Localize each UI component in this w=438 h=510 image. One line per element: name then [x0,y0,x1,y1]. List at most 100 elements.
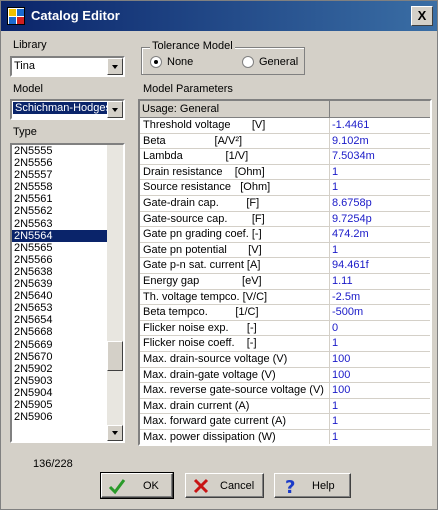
type-list-item[interactable]: 2N5906 [12,411,108,423]
parameter-value[interactable]: 1 [332,165,338,180]
parameter-name: Drain resistance [Ohm] [140,164,330,180]
model-dropdown-button[interactable] [107,101,123,118]
parameter-value[interactable]: 94.461f [332,258,369,273]
parameter-row[interactable]: Gate pn grading coef. [-] 474.2m [140,227,430,243]
parameter-value[interactable]: 474.2m [332,227,369,242]
type-counter: 136/228 [33,458,73,470]
type-list-item[interactable]: 2N5669 [12,339,108,351]
parameter-row[interactable]: Threshold voltage [V] -1.4461 [140,118,430,134]
parameter-value[interactable]: 7.5034m [332,149,375,164]
parameter-value[interactable]: 8.6758p [332,196,372,211]
parameter-row[interactable]: Max. reverse gate-source voltage (V) 100 [140,383,430,399]
parameter-name: Threshold voltage [V] [140,118,330,133]
parameter-row[interactable]: Lambda [1/V] 7.5034m [140,149,430,165]
type-list-item[interactable]: 2N5639 [12,278,108,290]
model-label: Model [13,83,43,95]
parameter-value[interactable]: 1 [332,243,338,258]
parameter-name: Max. drain-gate voltage (V) [140,367,330,383]
parameter-row[interactable]: Max. drain-source voltage (V) 100 [140,351,430,368]
parameter-value[interactable]: 1 [332,180,338,195]
parameter-row[interactable]: Flicker noise exp. [-] 0 [140,320,430,337]
window-title: Catalog Editor [31,8,120,23]
type-list-item[interactable]: 2N5558 [12,181,108,193]
parameter-row[interactable]: Gate-drain cap. [F] 8.6758p [140,195,430,212]
radio-general[interactable] [242,56,254,68]
type-list-item[interactable]: 2N5903 [12,375,108,387]
parameter-row[interactable]: Gate-source cap. [F] 9.7254p [140,211,430,228]
type-list-item[interactable]: 2N5562 [12,205,108,217]
x-icon [193,478,209,494]
model-dropdown[interactable]: Schichman-Hodges [10,99,125,120]
type-listbox[interactable]: 2N5555 2N5556 2N5557 2N5558 2N5561 2N5562 2N55… [10,143,125,443]
type-list-item[interactable]: 2N5638 [12,266,108,278]
parameter-row[interactable]: Max. power dissipation (W) 1 [140,429,430,444]
parameter-value[interactable]: 0 [332,321,338,336]
ok-button[interactable]: OK [100,472,174,499]
type-list-item[interactable]: 2N5563 [12,218,108,230]
cancel-label: Cancel [220,480,255,492]
type-list-item[interactable]: 2N5668 [12,326,108,338]
parameter-name: Max. power dissipation (W) [140,429,330,444]
parameter-value[interactable]: 1 [332,414,338,429]
type-list-item[interactable]: 2N5670 [12,351,108,363]
parameter-value[interactable]: 1.11 [332,274,353,289]
parameter-name: Max. drain-source voltage (V) [140,351,330,367]
radio-none[interactable] [150,56,162,68]
radio-none-label[interactable]: None [167,56,193,68]
close-button[interactable]: X [411,6,433,26]
cancel-button[interactable]: Cancel [185,473,264,498]
parameter-name: Lambda [1/V] [140,149,330,165]
parameter-value[interactable]: 100 [332,383,350,398]
type-list-item[interactable]: 2N5566 [12,254,108,266]
type-list-item[interactable]: 2N5904 [12,387,108,399]
checkmark-icon [108,479,126,495]
scroll-thumb[interactable] [107,341,123,371]
chevron-down-icon [112,108,118,112]
parameter-row[interactable]: Beta tempco. [1/C] -500m [140,305,430,321]
parameter-row[interactable]: Th. voltage tempco. [V/C] -2.5m [140,289,430,306]
parameter-row[interactable]: Max. forward gate current (A) 1 [140,414,430,430]
parameter-row[interactable]: Gate p-n sat. current [A] 94.461f [140,258,430,274]
parameter-row[interactable]: Energy gap [eV] 1.11 [140,273,430,290]
type-scrollbar[interactable] [107,145,123,441]
parameter-row[interactable]: Max. drain current (A) 1 [140,398,430,415]
type-list-item[interactable]: 2N5556 [12,157,108,169]
parameter-name: Gate-drain cap. [F] [140,195,330,211]
ok-label: OK [143,480,159,492]
parameter-value[interactable]: 9.102m [332,134,369,149]
parameter-row[interactable]: Drain resistance [Ohm] 1 [140,164,430,181]
parameter-value[interactable]: -1.4461 [332,118,369,133]
parameter-value[interactable]: 1 [332,336,338,351]
type-list-item[interactable]: 2N5557 [12,169,108,181]
parameter-value[interactable]: -500m [332,305,363,320]
parameters-header: Usage: General [140,101,430,118]
parameter-row[interactable]: Max. drain-gate voltage (V) 100 [140,367,430,384]
scroll-down-button[interactable] [107,425,123,441]
parameter-value[interactable]: 1 [332,399,338,414]
type-list-item[interactable]: 2N5555 [12,145,108,157]
radio-general-label[interactable]: General [259,56,298,68]
library-dropdown-button[interactable] [107,58,123,75]
type-list-item[interactable]: 2N5905 [12,399,108,411]
parameter-value[interactable]: 100 [332,352,350,367]
parameter-value[interactable]: -2.5m [332,290,360,305]
help-button[interactable]: ? Help [274,473,351,498]
type-list-item[interactable]: 2N5561 [12,193,108,205]
help-label: Help [312,480,335,492]
library-dropdown[interactable]: Tina [10,56,125,77]
parameter-value[interactable]: 1 [332,430,338,444]
type-list-item[interactable]: 2N5653 [12,302,108,314]
type-list-item[interactable]: 2N5564 [12,229,108,242]
type-list-item[interactable]: 2N5565 [12,242,108,254]
parameter-value[interactable]: 100 [332,368,350,383]
tolerance-model-title: Tolerance Model [150,40,235,52]
parameter-value[interactable]: 9.7254p [332,212,372,227]
parameter-row[interactable]: Beta [A/V²] 9.102m [140,133,430,150]
type-list-item[interactable]: 2N5654 [12,314,108,326]
parameter-row[interactable]: Gate pn potential [V] 1 [140,242,430,259]
type-list-item[interactable]: 2N5902 [12,363,108,375]
parameter-row[interactable]: Source resistance [Ohm] 1 [140,180,430,196]
parameter-row[interactable]: Flicker noise coeff. [-] 1 [140,336,430,352]
type-list-item[interactable]: 2N5640 [12,290,108,302]
tolerance-model-group: Tolerance Model None General [141,40,305,75]
